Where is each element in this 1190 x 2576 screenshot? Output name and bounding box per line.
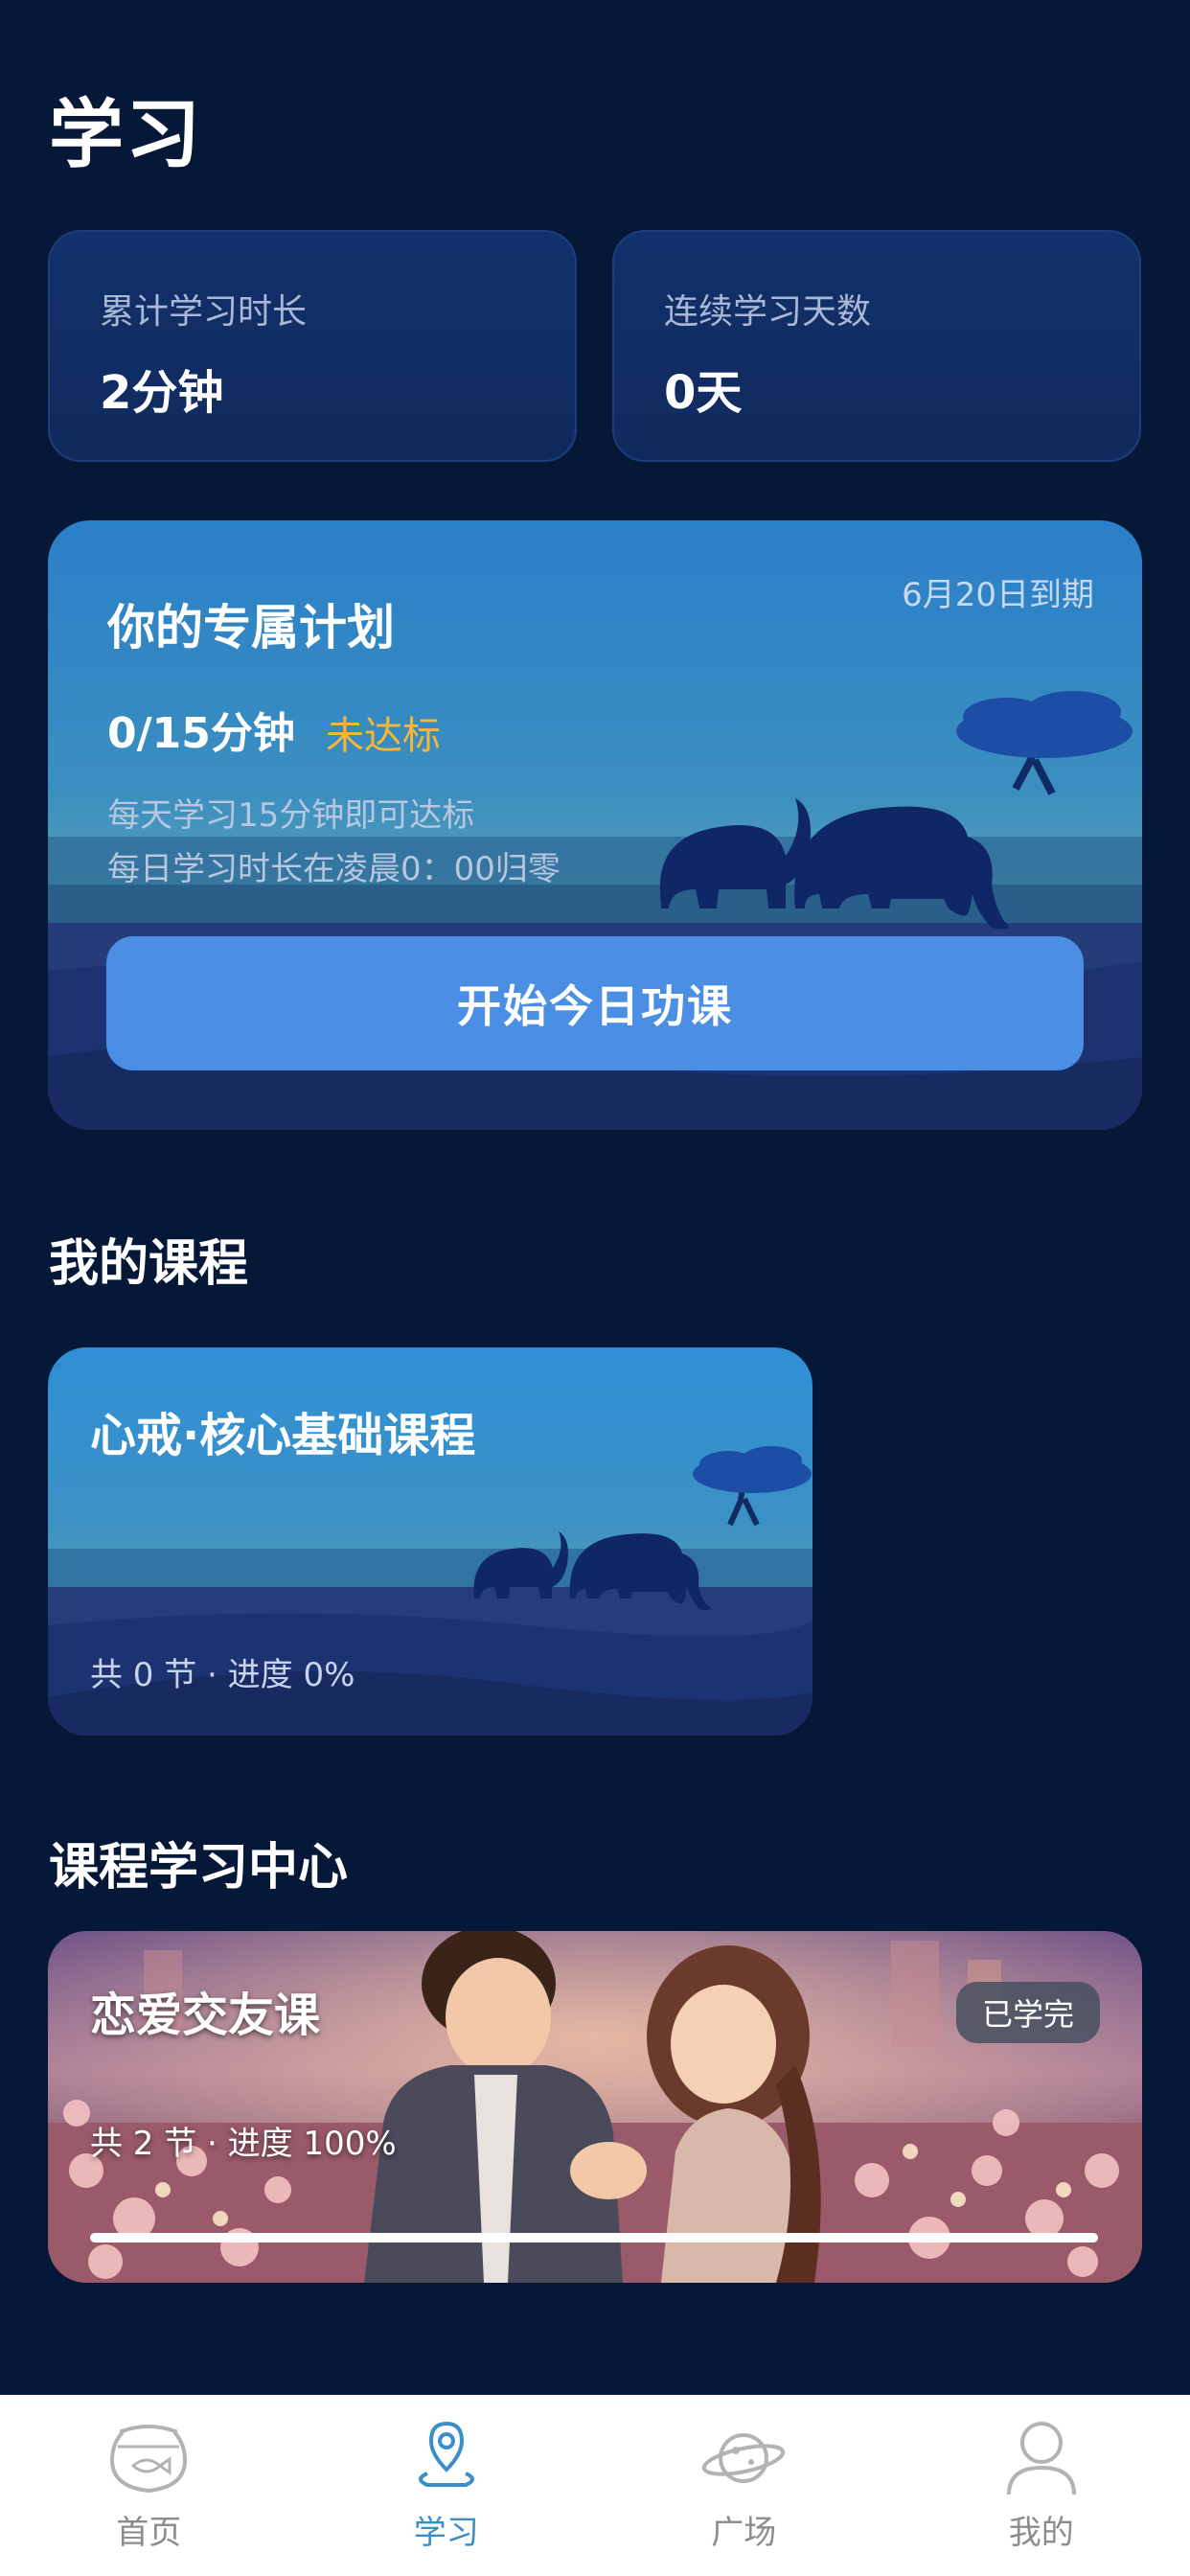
tab-label: 学习: [413, 2514, 479, 2552]
course-card-love-dating[interactable]: 恋爱交友课 共 2 节 · 进度 100% 已学完: [48, 1931, 1142, 2283]
plan-rule-reset-time: 每日学习时长在凌晨0：00归零: [107, 850, 561, 888]
location-pin-icon: [418, 2421, 474, 2487]
course-progress-fill: [90, 2233, 1098, 2242]
my-courses-heading: 我的课程: [49, 1235, 249, 1293]
fishbowl-icon: [110, 2425, 188, 2494]
total-study-time-card: 累计学习时长 2分钟: [48, 230, 577, 462]
total-study-time-label: 累计学习时长: [100, 292, 308, 332]
course-title: 心戒·核心基础课程: [90, 1409, 476, 1462]
user-icon: [1006, 2422, 1076, 2496]
course-title: 恋爱交友课: [90, 1989, 321, 2042]
course-progress-meta: 共 0 节 · 进度 0%: [90, 1656, 355, 1694]
streak-days-card: 连续学习天数 0天: [612, 230, 1141, 462]
page-title: 学习: [49, 92, 203, 178]
plan-title: 你的专属计划: [107, 600, 395, 656]
tab-label: 我的: [1008, 2514, 1074, 2552]
tab-label: 首页: [116, 2514, 182, 2552]
course-card-core-basics[interactable]: 心戒·核心基础课程 共 0 节 · 进度 0%: [48, 1347, 812, 1736]
course-progress-bar: [90, 2233, 1098, 2242]
planet-icon: [702, 2433, 786, 2483]
plan-rule-daily-target: 每天学习15分钟即可达标: [107, 796, 475, 835]
tab-study[interactable]: 学习: [298, 2395, 596, 2576]
bottom-tab-bar: 首页 学习 广场 我的: [0, 2395, 1190, 2576]
tab-label: 广场: [711, 2514, 777, 2552]
tab-home[interactable]: 首页: [0, 2395, 298, 2576]
course-progress-meta: 共 2 节 · 进度 100%: [90, 2125, 397, 2163]
plan-status-badge: 未达标: [326, 714, 441, 758]
start-today-lesson-button[interactable]: 开始今日功课: [106, 936, 1084, 1070]
plan-expiry-date: 6月20日到期: [902, 576, 1094, 614]
streak-days-value: 0天: [664, 366, 743, 420]
tab-mine[interactable]: 我的: [893, 2395, 1190, 2576]
exclusive-plan-card: 6月20日到期 你的专属计划 0/15分钟 未达标 每天学习15分钟即可达标 每…: [48, 520, 1142, 1130]
course-center-heading: 课程学习中心: [49, 1839, 349, 1897]
streak-days-label: 连续学习天数: [664, 292, 872, 332]
plan-progress: 0/15分钟: [107, 709, 295, 758]
total-study-time-value: 2分钟: [100, 366, 224, 420]
completed-badge: 已学完: [956, 1982, 1100, 2043]
tab-square[interactable]: 广场: [595, 2395, 893, 2576]
